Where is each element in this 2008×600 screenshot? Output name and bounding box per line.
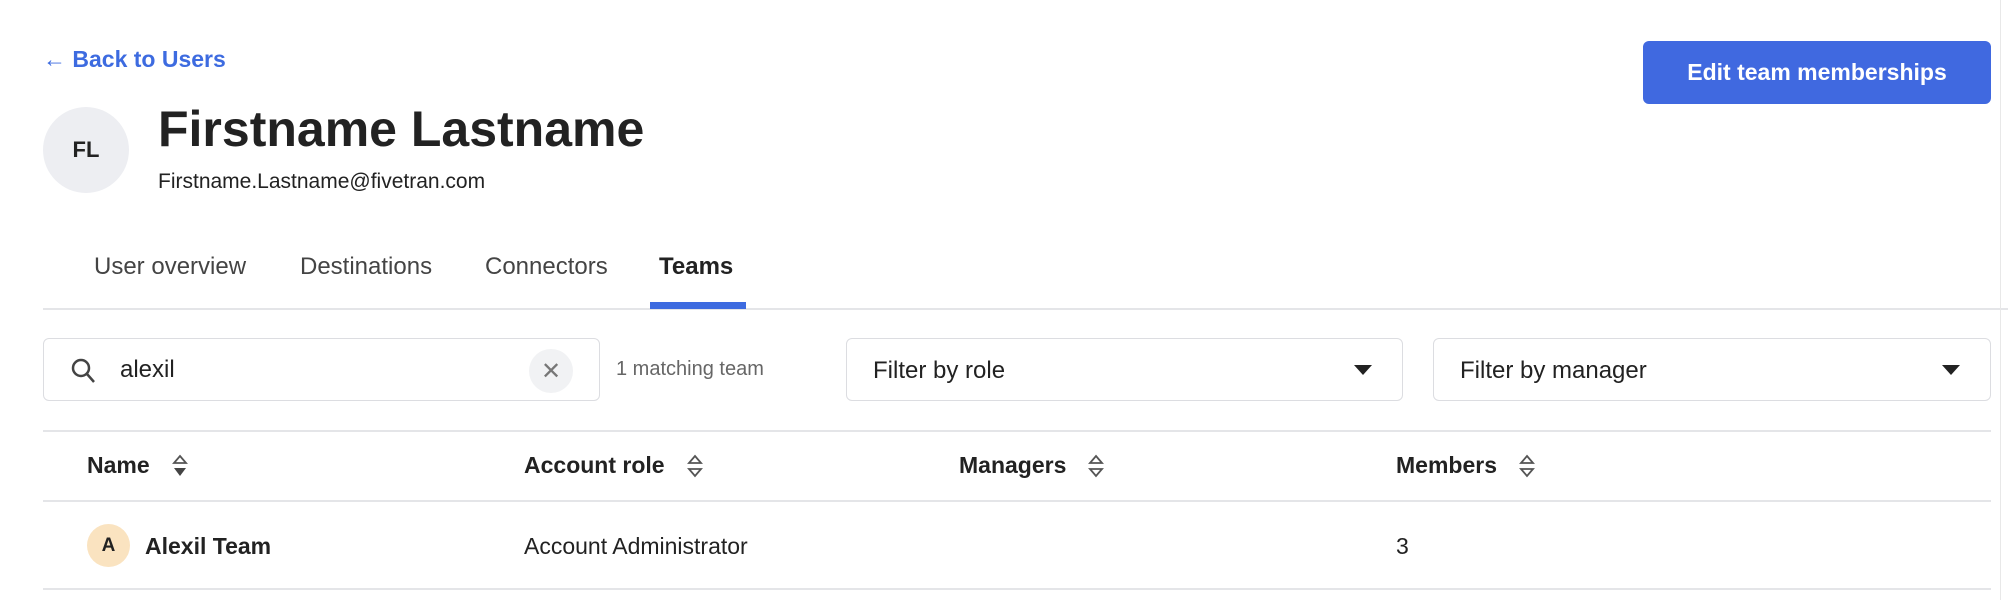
table-row-divider	[43, 588, 1991, 590]
table-top-divider	[43, 430, 1991, 432]
close-icon: ✕	[540, 357, 562, 385]
user-email: Firstname.Lastname@fivetran.com	[158, 170, 486, 193]
sort-descending-icon	[171, 454, 188, 476]
page-title: Firstname Lastname	[158, 101, 645, 157]
avatar: FL	[43, 107, 129, 193]
sort-icon	[1088, 454, 1105, 477]
search-icon	[71, 358, 95, 383]
sort-icon	[1519, 454, 1535, 477]
scrollbar-track[interactable]	[2000, 0, 2001, 600]
team-name-link[interactable]: Alexil Team	[145, 533, 271, 560]
tab-user-overview[interactable]: User overview	[94, 253, 246, 281]
tab-destinations[interactable]: Destinations	[300, 253, 432, 281]
members-cell: 3	[1396, 533, 1409, 559]
filter-by-role-select[interactable]: Filter by role	[846, 338, 1403, 401]
role-select-label: Filter by role	[873, 357, 1006, 384]
account-role-cell: Account Administrator	[524, 533, 748, 559]
back-to-users-link[interactable]: ← Back to Users	[43, 46, 226, 73]
tab-teams[interactable]: Teams	[659, 253, 733, 281]
edit-team-memberships-button[interactable]: Edit team memberships	[1643, 41, 1991, 104]
caret-down-icon	[1354, 365, 1372, 375]
filter-by-manager-select[interactable]: Filter by manager	[1433, 338, 1991, 401]
sort-icon	[686, 454, 703, 477]
column-header-managers[interactable]: Managers	[959, 452, 1105, 479]
clear-search-button[interactable]: ✕	[529, 349, 573, 393]
column-header-name[interactable]: Name	[87, 452, 188, 479]
table-header-divider	[43, 500, 1991, 502]
active-tab-indicator	[650, 302, 746, 309]
match-count: 1 matching team	[616, 358, 764, 380]
column-header-members[interactable]: Members	[1396, 452, 1535, 479]
search-value: alexil	[120, 356, 175, 383]
caret-down-icon	[1942, 365, 1960, 375]
manager-select-label: Filter by manager	[1460, 357, 1647, 384]
search-input[interactable]: alexil ✕	[43, 338, 600, 401]
column-header-account-role[interactable]: Account role	[524, 452, 703, 479]
team-avatar: A	[87, 524, 130, 567]
tab-divider	[43, 308, 2008, 310]
arrow-left-icon: ←	[43, 46, 73, 72]
tab-connectors[interactable]: Connectors	[485, 253, 608, 281]
